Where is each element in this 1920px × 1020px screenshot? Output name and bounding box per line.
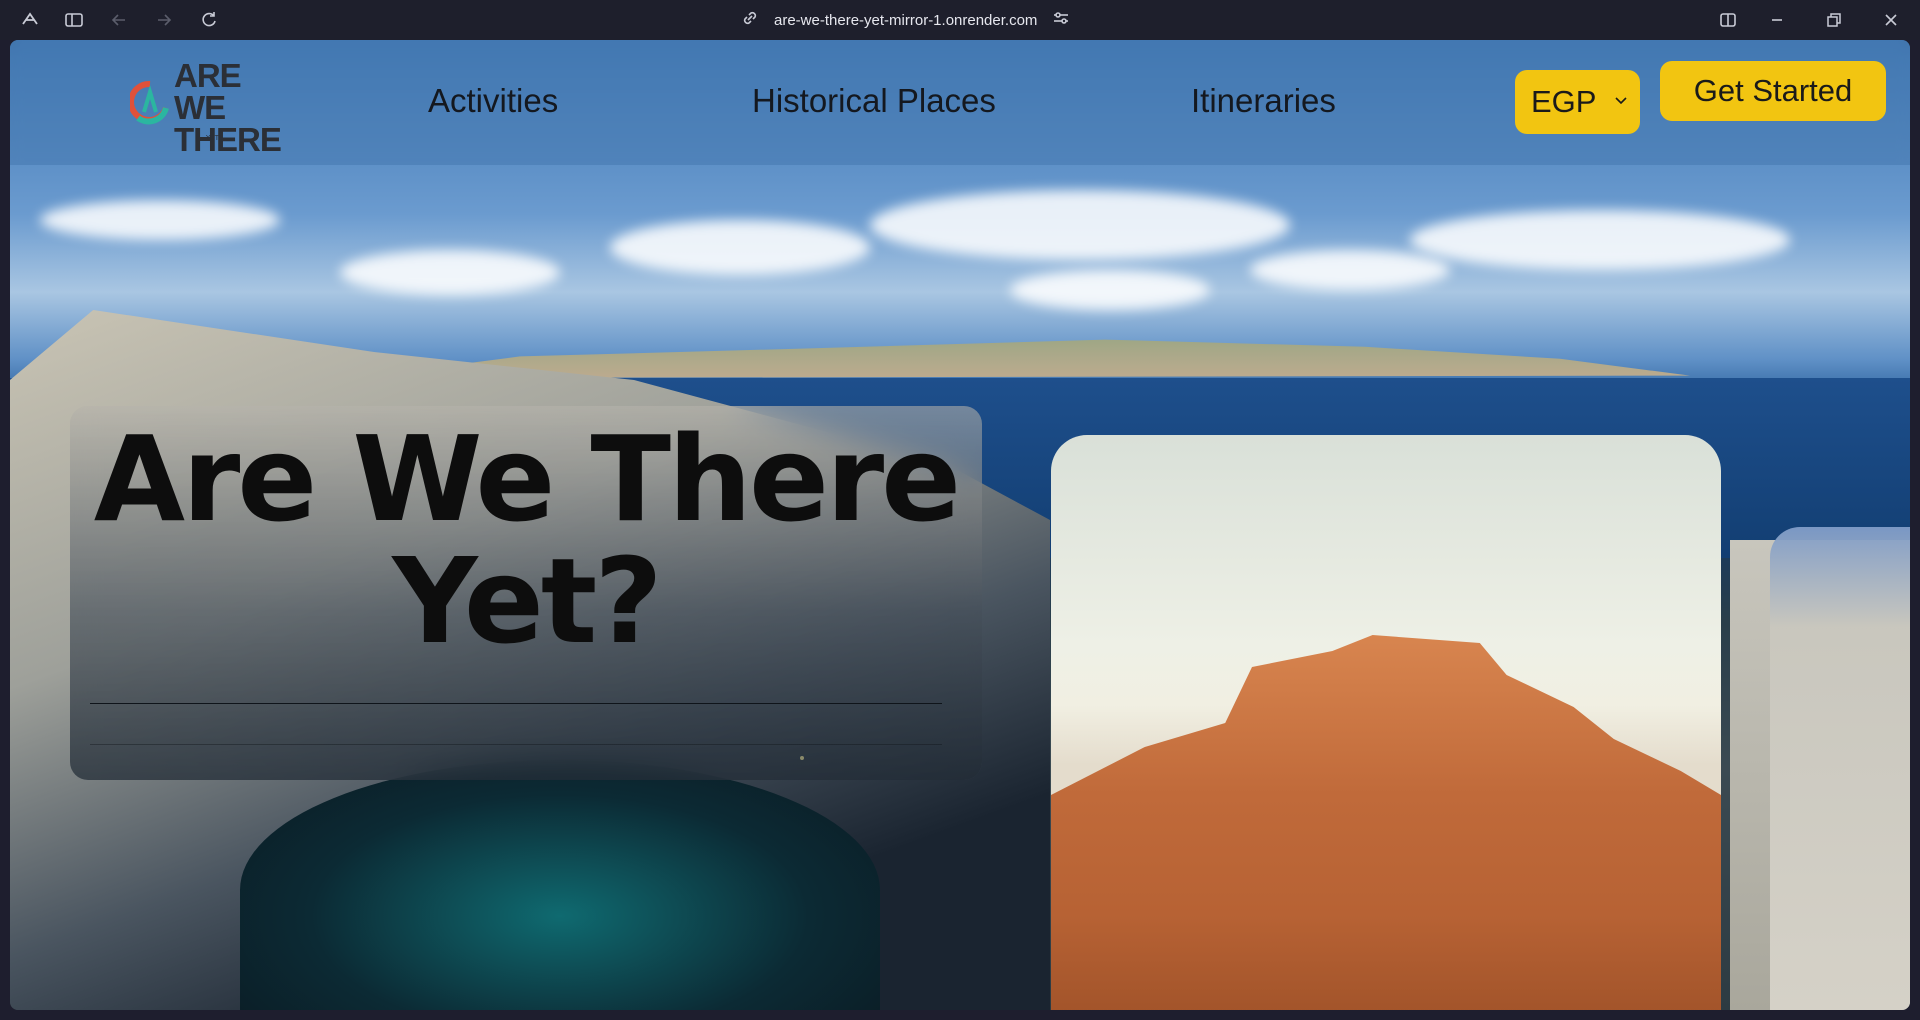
reload-icon[interactable]	[197, 8, 221, 32]
split-view-icon[interactable]	[1716, 8, 1740, 32]
logo-text: ARE WE THERE	[174, 57, 282, 158]
hero-title-card: Are We There Yet?	[70, 406, 982, 780]
site-settings-icon[interactable]	[1051, 8, 1071, 32]
get-started-button[interactable]: Get Started	[1660, 61, 1886, 121]
currency-select[interactable]: EGP	[1515, 70, 1640, 134]
browser-logo-icon[interactable]	[18, 8, 42, 32]
hero-divider	[90, 703, 942, 704]
link-icon	[740, 8, 760, 32]
red-rock-image	[1051, 635, 1721, 1010]
hero-title-line1: Are We There	[93, 410, 961, 548]
sidebar-toggle-icon[interactable]	[62, 8, 86, 32]
forward-arrow-icon[interactable]	[152, 8, 176, 32]
minimize-icon[interactable]	[1765, 8, 1789, 32]
hero-divider-secondary	[90, 744, 942, 745]
hero-title: Are We There Yet?	[70, 418, 982, 662]
nav-link-historical-places[interactable]: Historical Places	[752, 82, 996, 120]
destination-photo-card[interactable]	[1051, 435, 1721, 1010]
close-icon[interactable]	[1879, 8, 1903, 32]
address-bar[interactable]: are-we-there-yet-mirror-1.onrender.com	[740, 6, 1071, 34]
site-logo[interactable]: ARE WE THERE YET	[130, 58, 282, 156]
url-text[interactable]: are-we-there-yet-mirror-1.onrender.com	[774, 12, 1037, 29]
hero-indicator-dot	[800, 756, 804, 760]
back-arrow-icon[interactable]	[107, 8, 131, 32]
currency-value: EGP	[1531, 84, 1597, 119]
chevron-down-icon	[1614, 93, 1628, 111]
logo-mark-icon	[130, 80, 169, 125]
nav-link-itineraries[interactable]: Itineraries	[1191, 82, 1336, 120]
logo-text-line1: ARE WE	[174, 57, 242, 126]
logo-subtext: YET	[206, 134, 219, 142]
next-photo-card[interactable]	[1770, 527, 1910, 1010]
restore-icon[interactable]	[1822, 8, 1846, 32]
hero-title-line2: Yet?	[392, 532, 663, 670]
nav-link-activities[interactable]: Activities	[428, 82, 558, 120]
site-navbar: ARE WE THERE YET Activities Historical P…	[10, 40, 1910, 165]
page-viewport: ARE WE THERE YET Activities Historical P…	[10, 40, 1910, 1010]
browser-toolbar: are-we-there-yet-mirror-1.onrender.com	[0, 0, 1920, 40]
logo-text-line2: THERE	[174, 121, 282, 158]
